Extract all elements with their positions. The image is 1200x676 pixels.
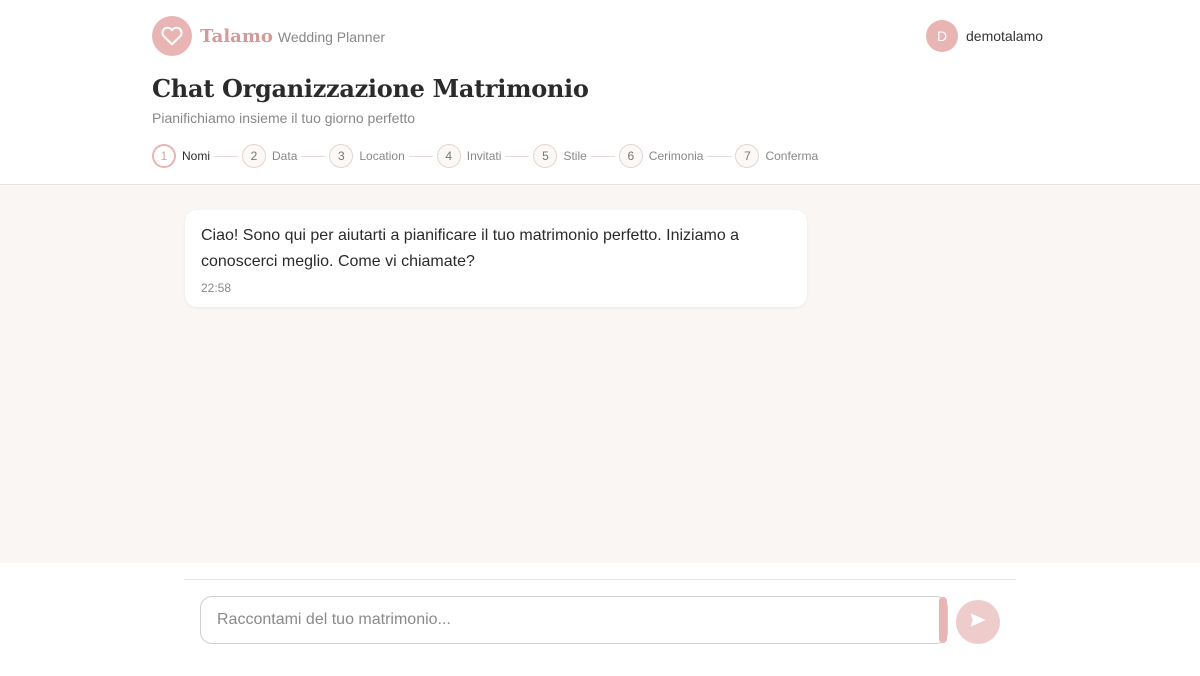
send-button[interactable]	[956, 600, 1000, 644]
step-number: 6	[618, 144, 643, 168]
step-number: 4	[436, 144, 461, 168]
page-title: Chat Organizzazione Matrimonio	[152, 74, 589, 103]
step-number: 1	[152, 144, 176, 168]
step-connector	[214, 155, 239, 157]
assistant-message: Ciao! Sono qui per aiutarti a pianificar…	[185, 210, 807, 307]
step-data[interactable]: 2 Data	[242, 144, 297, 168]
step-number: 5	[533, 144, 558, 168]
step-label: Stile	[563, 149, 587, 163]
step-invitati[interactable]: 4 Invitati	[436, 144, 502, 168]
user-menu[interactable]: D demotalamo	[926, 20, 1043, 52]
username: demotalamo	[966, 28, 1044, 44]
brand-name: Talamo	[200, 25, 273, 47]
message-text: Ciao! Sono qui per aiutarti a pianificar…	[201, 227, 740, 270]
step-number: 2	[242, 144, 267, 168]
avatar: D	[926, 20, 958, 52]
input-scrollbar[interactable]	[939, 597, 947, 643]
step-label: Invitati	[466, 149, 502, 163]
step-connector	[590, 155, 615, 157]
step-location[interactable]: 3 Location	[329, 144, 405, 168]
step-number: 3	[329, 144, 354, 168]
step-cerimonia[interactable]: 6 Cerimonia	[618, 144, 704, 168]
step-nomi[interactable]: 1 Nomi	[152, 144, 210, 168]
heart-icon	[152, 16, 192, 56]
page-subtitle: Pianifichiamo insieme il tuo giorno perf…	[152, 110, 416, 126]
message-input-container[interactable]	[200, 596, 948, 644]
step-connector	[408, 155, 433, 157]
step-number: 7	[735, 144, 760, 168]
header: Talamo Wedding Planner D demotalamo Chat…	[0, 0, 1200, 185]
step-label: Data	[272, 149, 298, 163]
message-composer	[0, 563, 1200, 676]
send-icon	[969, 611, 987, 634]
divider	[184, 579, 1016, 580]
step-connector	[505, 155, 530, 157]
step-label: Nomi	[182, 149, 211, 163]
step-connector	[301, 155, 326, 157]
step-label: Conferma	[765, 149, 819, 163]
step-label: Location	[359, 149, 405, 163]
progress-steps: 1 Nomi 2 Data 3 Location 4 Invitati 5 St…	[152, 144, 818, 168]
message-input[interactable]	[201, 597, 931, 643]
brand-subtitle: Wedding Planner	[277, 29, 386, 45]
message-timestamp: 22:58	[201, 281, 232, 295]
step-label: Cerimonia	[648, 149, 704, 163]
step-stile[interactable]: 5 Stile	[533, 144, 587, 168]
brand[interactable]: Talamo Wedding Planner	[152, 16, 385, 56]
step-conferma[interactable]: 7 Conferma	[735, 144, 818, 168]
step-connector	[707, 155, 732, 157]
chat-messages[interactable]: Ciao! Sono qui per aiutarti a pianificar…	[0, 186, 1200, 563]
